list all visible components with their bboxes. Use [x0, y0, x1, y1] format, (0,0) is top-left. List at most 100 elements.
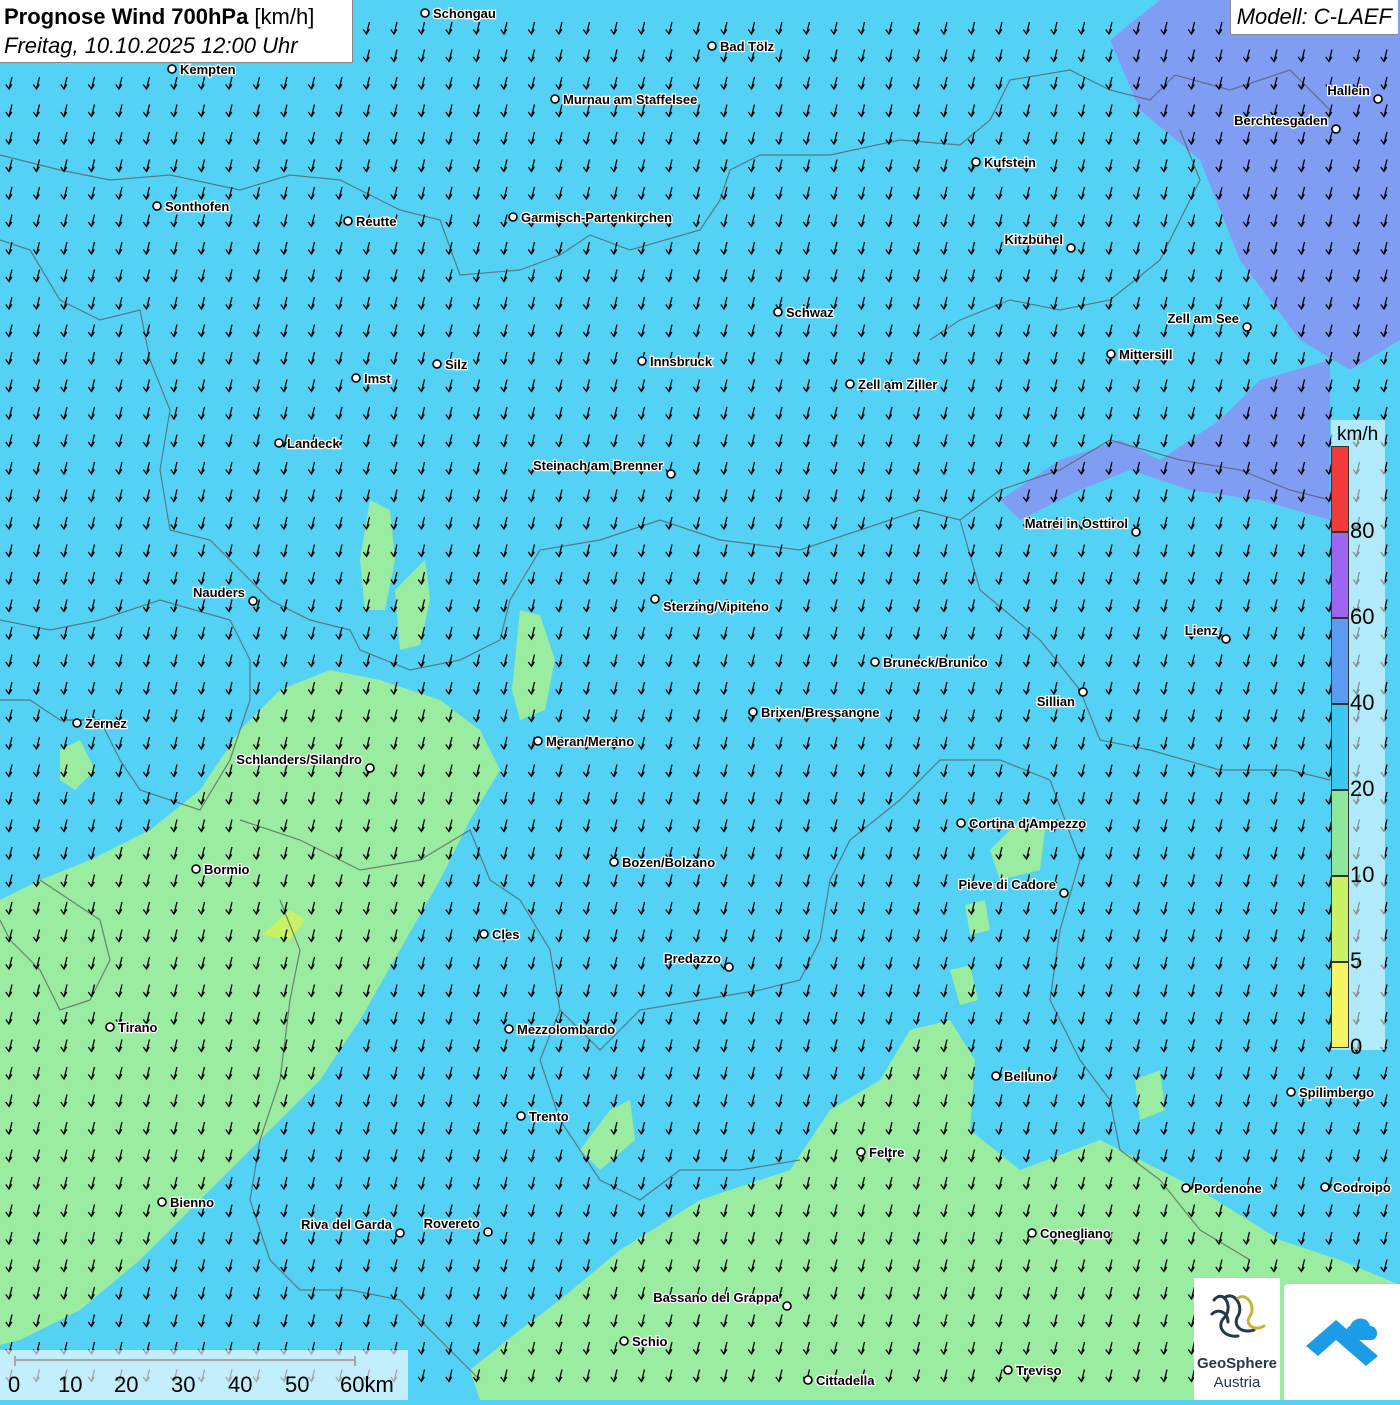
geosphere-logo-icon [1210, 1294, 1266, 1338]
city-label: Bormio [204, 862, 250, 877]
city-dot [504, 1024, 514, 1034]
legend-tick-label: 5 [1350, 948, 1363, 973]
city-label: Schlanders/Silandro [236, 752, 362, 767]
city-label: Bassano del Grappa [653, 1290, 779, 1305]
city-dot [191, 864, 201, 874]
city-dot [707, 41, 717, 51]
city-label: Reutte [356, 214, 396, 229]
city-label: Zell am Ziller [858, 377, 937, 392]
geosphere-country: Austria [1213, 1374, 1261, 1391]
city-label: Schongau [433, 6, 496, 21]
city-label: Pordenone [1194, 1181, 1262, 1196]
city-dot [1027, 1228, 1037, 1238]
city-label: Matrei in Osttirol [1025, 516, 1128, 531]
city-dot [72, 718, 82, 728]
map-title: Prognose Wind 700hPa [km/h] [4, 4, 314, 30]
city-marker: Bozen/Bolzano [609, 854, 716, 871]
city-label: Mittersill [1119, 347, 1172, 362]
city-label: Murnau am Staffelsee [563, 92, 697, 107]
city-dot [619, 1336, 629, 1346]
city-label: Cortina d'Ampezzo [969, 816, 1086, 831]
scale-label: 10 [58, 1372, 83, 1397]
city-dot [971, 157, 981, 167]
city-label: Schwaz [786, 305, 834, 320]
city-label: Silz [445, 357, 468, 372]
city-label: Trento [529, 1109, 569, 1124]
wind-map: Schongau Bad Tölz Kempten Murnau am Staffel… [0, 0, 1400, 1400]
city-dot [483, 1227, 493, 1237]
city-dot [845, 379, 855, 389]
city-dot [395, 1228, 405, 1238]
city-label: Feltre [869, 1145, 904, 1160]
city-label: Conegliano [1040, 1226, 1111, 1241]
city-marker: Cortina d'Ampezzo [956, 815, 1088, 832]
legend-color-band [1331, 532, 1349, 618]
city-label: Bozen/Bolzano [622, 855, 715, 870]
city-dot [856, 1147, 866, 1157]
city-marker: Murnau am Staffelsee [550, 91, 699, 108]
city-dot [1320, 1182, 1330, 1192]
city-label: Codroipo [1333, 1180, 1391, 1195]
legend-color-band [1331, 962, 1349, 1048]
city-label: Sonthofen [165, 199, 229, 214]
city-label: Sillian [1037, 694, 1075, 709]
title-bold: Prognose Wind 700hPa [4, 4, 249, 29]
city-dot [105, 1022, 115, 1032]
city-label: Rovereto [424, 1216, 480, 1231]
forecast-datetime: Freitag, 10.10.2025 12:00 Uhr [4, 33, 298, 58]
scale-label: 60km [340, 1372, 394, 1397]
city-marker: Innsbruck [637, 353, 714, 370]
city-marker: Conegliano [1027, 1225, 1112, 1242]
city-label: Tirano [118, 1020, 158, 1035]
city-label: Innsbruck [650, 354, 713, 369]
city-label: Spilimbergo [1299, 1085, 1374, 1100]
city-dot [1003, 1365, 1013, 1375]
weather-app-logo [1284, 1284, 1400, 1400]
city-label: Meran/Merano [546, 734, 634, 749]
city-dot [1373, 94, 1383, 104]
city-dot [432, 359, 442, 369]
city-marker: Brixen/Bressanone [748, 704, 881, 721]
scale-label: 50 [285, 1372, 310, 1397]
city-label: Cittadella [816, 1373, 875, 1388]
scale-label: 40 [228, 1372, 253, 1397]
city-marker: Sonthofen [152, 198, 231, 215]
city-label: Imst [364, 371, 391, 386]
city-dot [803, 1375, 813, 1385]
city-marker: Bruneck/Brunico [870, 654, 989, 671]
legend-tick-label: 0 [1350, 1034, 1363, 1059]
city-label: Bad Tölz [720, 39, 775, 54]
city-dot [533, 736, 543, 746]
city-label: Brixen/Bressanone [761, 705, 880, 720]
scale-label: 0 [8, 1372, 21, 1397]
city-dot [1221, 634, 1231, 644]
city-label: Sterzing/Vipiteno [663, 599, 769, 614]
city-label: Belluno [1004, 1069, 1052, 1084]
city-dot [479, 929, 489, 939]
city-dot [152, 201, 162, 211]
city-label: Landeck [287, 436, 341, 451]
legend-color-band [1331, 618, 1349, 704]
model-label: Modell: C-LAEF [1229, 0, 1398, 35]
city-label: Bienno [170, 1195, 214, 1210]
city-marker: Pordenone [1181, 1180, 1263, 1197]
legend-color-band [1331, 876, 1349, 962]
city-dot [157, 1197, 167, 1207]
city-label: Kitzbühel [1005, 232, 1064, 247]
color-legend: km/h 0 5 10 20 40 60 80 [1331, 420, 1385, 1059]
geosphere-logo: GeoSphere Austria [1194, 1278, 1280, 1400]
city-label: Bruneck/Brunico [883, 655, 988, 670]
city-dot [248, 596, 258, 606]
city-label: Kempten [180, 62, 236, 77]
city-marker: Spilimbergo [1286, 1084, 1375, 1101]
city-dot [343, 216, 353, 226]
city-label: Pieve di Cadore [958, 877, 1056, 892]
city-label: Berchtesgaden [1234, 113, 1328, 128]
city-label: Schio [632, 1334, 667, 1349]
legend-unit: km/h [1337, 424, 1379, 445]
title-box: Prognose Wind 700hPa [km/h] Freitag, 10.… [0, 0, 353, 63]
city-marker: Garmisch-Partenkirchen [508, 209, 673, 226]
city-dot [550, 94, 560, 104]
city-dot [956, 818, 966, 828]
city-dot [1181, 1183, 1191, 1193]
